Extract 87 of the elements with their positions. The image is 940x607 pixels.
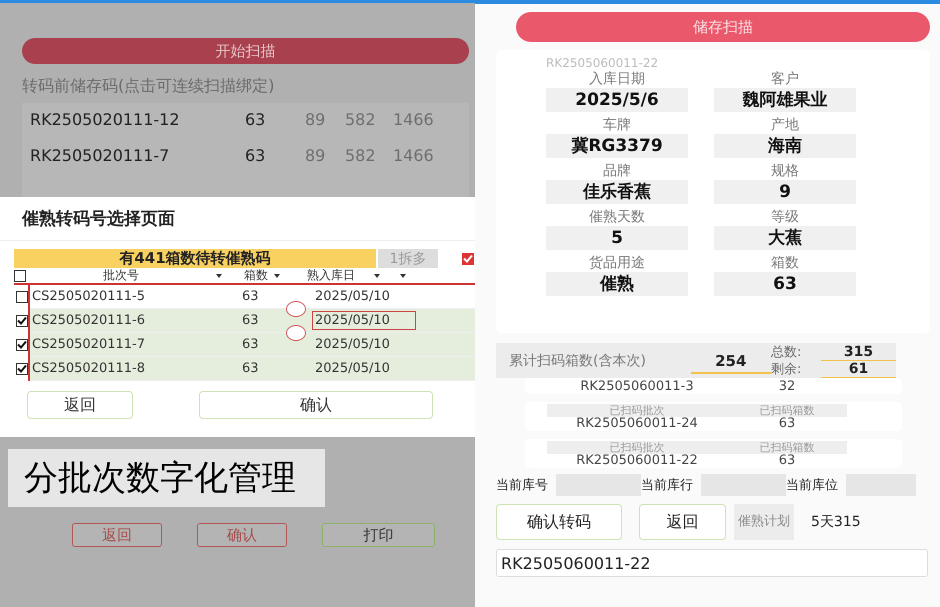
boxes-label: 已扫码箱数 xyxy=(727,404,847,417)
field-value: 大蕉 xyxy=(714,226,856,250)
scan-button[interactable]: 开始扫描 xyxy=(22,38,469,64)
field-value: 冀RG3379 xyxy=(546,134,688,158)
batch-cell-text: CS2505020111-5 xyxy=(32,289,146,304)
caret-icon[interactable] xyxy=(400,274,406,278)
batch-code: RK2505060011-24 xyxy=(575,417,699,431)
table-cell-text: 89 xyxy=(305,146,326,164)
box-count: 32 xyxy=(778,380,796,394)
caption: 分批次数字化管理 xyxy=(8,449,325,507)
pending-banner: 有441箱数待转催熟码 xyxy=(14,249,376,268)
caret-icon[interactable] xyxy=(274,274,280,278)
total-label: 总数: xyxy=(771,344,802,361)
date-cell: 2025/05/10 xyxy=(312,311,416,330)
field-value: 2025/5/6 xyxy=(546,88,688,112)
plan-label: 催熟计划 xyxy=(734,504,794,540)
field-label: 等级 xyxy=(770,208,800,226)
date-cell-text: 2025/05/10 xyxy=(314,336,391,354)
summary-label: 累计扫码箱数(含本次) xyxy=(509,352,647,370)
batch-label: 已扫码批次 xyxy=(547,441,727,454)
count-cell-text: 63 xyxy=(242,337,260,352)
column-header[interactable]: 批次号 xyxy=(26,267,216,284)
field-value: 海南 xyxy=(714,134,856,158)
section-label: 转码前储存码(点击可连续扫描绑定) xyxy=(22,76,276,97)
count-cell-text: 63 xyxy=(245,146,266,164)
field-value: 魏阿雄果业 xyxy=(714,88,856,112)
date-cell-text: 2025/05/10 xyxy=(314,288,391,306)
field-value: 5 xyxy=(546,226,688,250)
field-label: 产地 xyxy=(770,116,800,134)
row-checkbox[interactable] xyxy=(16,290,28,302)
caret-icon[interactable] xyxy=(216,274,222,278)
field-label: 箱数 xyxy=(770,254,800,272)
location-label: 当前库号 xyxy=(496,477,549,494)
select-all-checkbox[interactable] xyxy=(14,270,26,282)
box-count: 63 xyxy=(778,454,796,468)
field-value: 9 xyxy=(714,180,856,204)
code-input[interactable]: RK2505060011-22 xyxy=(496,549,928,577)
field-label: 货品用途 xyxy=(588,254,646,272)
field-label: 品牌 xyxy=(602,162,632,180)
back-button[interactable]: 返回 xyxy=(27,391,133,419)
location-label: 当前库行 xyxy=(641,477,694,494)
batch-cell-text: CS2505020111-6 xyxy=(32,313,146,328)
plan-value: 5天315 xyxy=(811,513,861,531)
row-checkbox[interactable] xyxy=(16,314,28,326)
batch-code: RK2505060011-3 xyxy=(579,380,695,394)
count-cell-text: 63 xyxy=(242,313,260,328)
batch-label: 已扫码批次 xyxy=(547,404,727,417)
field-value: 63 xyxy=(714,272,856,296)
row-checkbox[interactable] xyxy=(16,338,28,350)
field-value: 佳乐香蕉 xyxy=(546,180,688,204)
storage-code: RK2505060011-22 xyxy=(546,56,660,70)
code-cell-text: RK2505020111-7 xyxy=(30,146,170,164)
checkbox[interactable] xyxy=(462,252,474,264)
field-label: 车牌 xyxy=(602,116,632,134)
batch-cell-text: CS2505020111-7 xyxy=(32,337,146,352)
dialog-title: 催熟转码号选择页面 xyxy=(22,209,175,229)
batch-code: RK2505060011-22 xyxy=(575,454,699,468)
column-header[interactable]: 箱数 xyxy=(238,267,274,284)
boxes-label: 已扫码箱数 xyxy=(727,441,847,454)
table-cell-text: 582 xyxy=(345,110,377,128)
field-label: 规格 xyxy=(770,162,800,180)
code-cell-text: RK2505020111-12 xyxy=(30,110,181,128)
table-cell-text: 89 xyxy=(305,110,326,128)
caret-icon[interactable] xyxy=(374,274,380,278)
field-label: 催熟天数 xyxy=(588,208,646,226)
box-count: 63 xyxy=(778,417,796,431)
row-checkbox[interactable] xyxy=(16,362,28,374)
batch-cell-text: CS2505020111-8 xyxy=(32,361,146,376)
field-label: 客户 xyxy=(770,70,800,88)
table-cell-text: 582 xyxy=(345,146,377,164)
column-header[interactable]: 熟入库日 xyxy=(288,267,374,284)
count-cell-text: 63 xyxy=(245,110,266,128)
count-cell-text: 63 xyxy=(242,361,260,376)
count-cell-text: 63 xyxy=(242,289,260,304)
table-cell-text: 1466 xyxy=(393,146,435,164)
page-button[interactable]: 打印 xyxy=(322,523,435,547)
table-cell-text: 1466 xyxy=(393,110,435,128)
total-count: 315 xyxy=(821,344,896,360)
confirm-button[interactable]: 确认 xyxy=(199,391,433,419)
date-cell-text: 2025/05/10 xyxy=(314,360,391,378)
field-value: 催熟 xyxy=(546,272,688,296)
back-button[interactable]: 返回 xyxy=(639,504,726,540)
scanned-count: 254 xyxy=(690,348,771,374)
confirm-transfer-button[interactable]: 确认转码 xyxy=(496,504,622,540)
location-label: 当前库位 xyxy=(786,477,839,494)
remaining-label: 剩余: xyxy=(771,361,802,378)
field-label: 入库日期 xyxy=(588,70,646,88)
